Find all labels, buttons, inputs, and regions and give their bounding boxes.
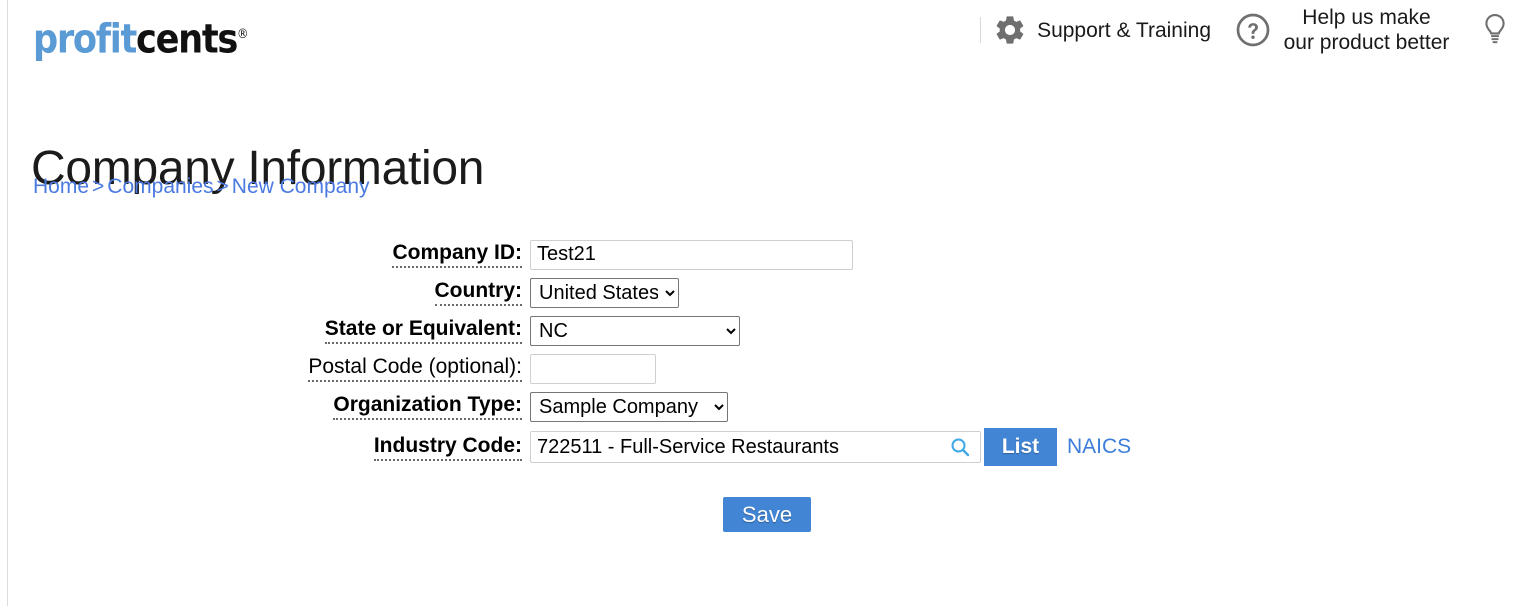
- header-actions: Support & Training Help us make our produ…: [980, 0, 1530, 60]
- industry-code-control: List NAICS: [530, 428, 1131, 466]
- form-row-organization-type: Organization Type: Sample Company: [0, 388, 1530, 425]
- organization-type-select[interactable]: Sample Company: [530, 391, 728, 422]
- country-control: United States: [530, 277, 679, 308]
- breadcrumb-separator-2: >: [216, 175, 229, 198]
- breadcrumb-item-companies[interactable]: Companies: [107, 175, 213, 198]
- help-feedback-line2: our product better: [1283, 31, 1450, 54]
- breadcrumb-item-new-company[interactable]: New Company: [232, 175, 370, 198]
- form-row-industry-code: Industry Code: List NAICS: [0, 426, 1530, 468]
- logo-text-profit: profit: [33, 16, 137, 63]
- save-button[interactable]: Save: [723, 497, 811, 532]
- state-select[interactable]: NC: [530, 315, 740, 346]
- form-row-company-id: Company ID:: [0, 236, 1530, 273]
- help-feedback-link[interactable]: Help us make our product better: [1235, 0, 1454, 60]
- state-control: NC: [530, 315, 740, 346]
- breadcrumb-item-home[interactable]: Home: [33, 175, 89, 198]
- state-label: State or Equivalent:: [324, 317, 522, 344]
- help-feedback-line1: Help us make: [1302, 6, 1431, 29]
- logo-trademark-symbol: ®: [237, 27, 248, 42]
- company-id-label-wrap: Company ID:: [0, 241, 522, 268]
- industry-code-field: [530, 431, 981, 463]
- search-icon[interactable]: [948, 435, 972, 459]
- form-row-postal-code: Postal Code (optional):: [0, 350, 1530, 387]
- postal-code-control: [530, 353, 656, 384]
- lightbulb-icon: [1478, 12, 1512, 48]
- profitcents-logo[interactable]: profitcents®: [33, 12, 248, 63]
- postal-code-label: Postal Code (optional):: [308, 355, 522, 382]
- company-information-form: Company ID: Country: United States State…: [0, 236, 1530, 469]
- header-divider: [980, 17, 982, 43]
- company-id-control: [530, 239, 853, 270]
- country-select[interactable]: United States: [530, 277, 679, 308]
- logo-text-cents: cents: [136, 16, 238, 63]
- breadcrumb-separator-1: >: [92, 175, 105, 198]
- page-header: profitcents® Support & Training Help us …: [0, 0, 1530, 85]
- company-id-label: Company ID:: [392, 241, 522, 268]
- postal-code-label-wrap: Postal Code (optional):: [0, 355, 522, 382]
- breadcrumb: Home > Companies > New Company: [33, 174, 370, 200]
- question-circle-icon: [1235, 12, 1271, 48]
- help-feedback-label: Help us make our product better: [1279, 5, 1454, 55]
- industry-code-label: Industry Code:: [373, 434, 522, 461]
- form-actions: Save: [0, 497, 1530, 532]
- support-and-training-label: Support & Training: [1037, 18, 1211, 42]
- support-and-training-link[interactable]: Support & Training: [993, 0, 1211, 60]
- organization-type-label: Organization Type:: [333, 393, 522, 420]
- naics-link[interactable]: NAICS: [1067, 435, 1131, 459]
- industry-code-input[interactable]: [531, 432, 980, 462]
- postal-code-input[interactable]: [530, 353, 656, 384]
- country-label: Country:: [434, 279, 522, 306]
- form-row-country: Country: United States: [0, 274, 1530, 311]
- lightbulb-button[interactable]: [1478, 0, 1512, 60]
- country-label-wrap: Country:: [0, 279, 522, 306]
- industry-code-label-wrap: Industry Code:: [0, 434, 522, 461]
- state-label-wrap: State or Equivalent:: [0, 317, 522, 344]
- company-id-input[interactable]: [530, 239, 853, 270]
- organization-type-control: Sample Company: [530, 391, 728, 422]
- gear-icon: [993, 13, 1027, 47]
- organization-type-label-wrap: Organization Type:: [0, 393, 522, 420]
- form-row-state: State or Equivalent: NC: [0, 312, 1530, 349]
- industry-list-button[interactable]: List: [984, 428, 1057, 466]
